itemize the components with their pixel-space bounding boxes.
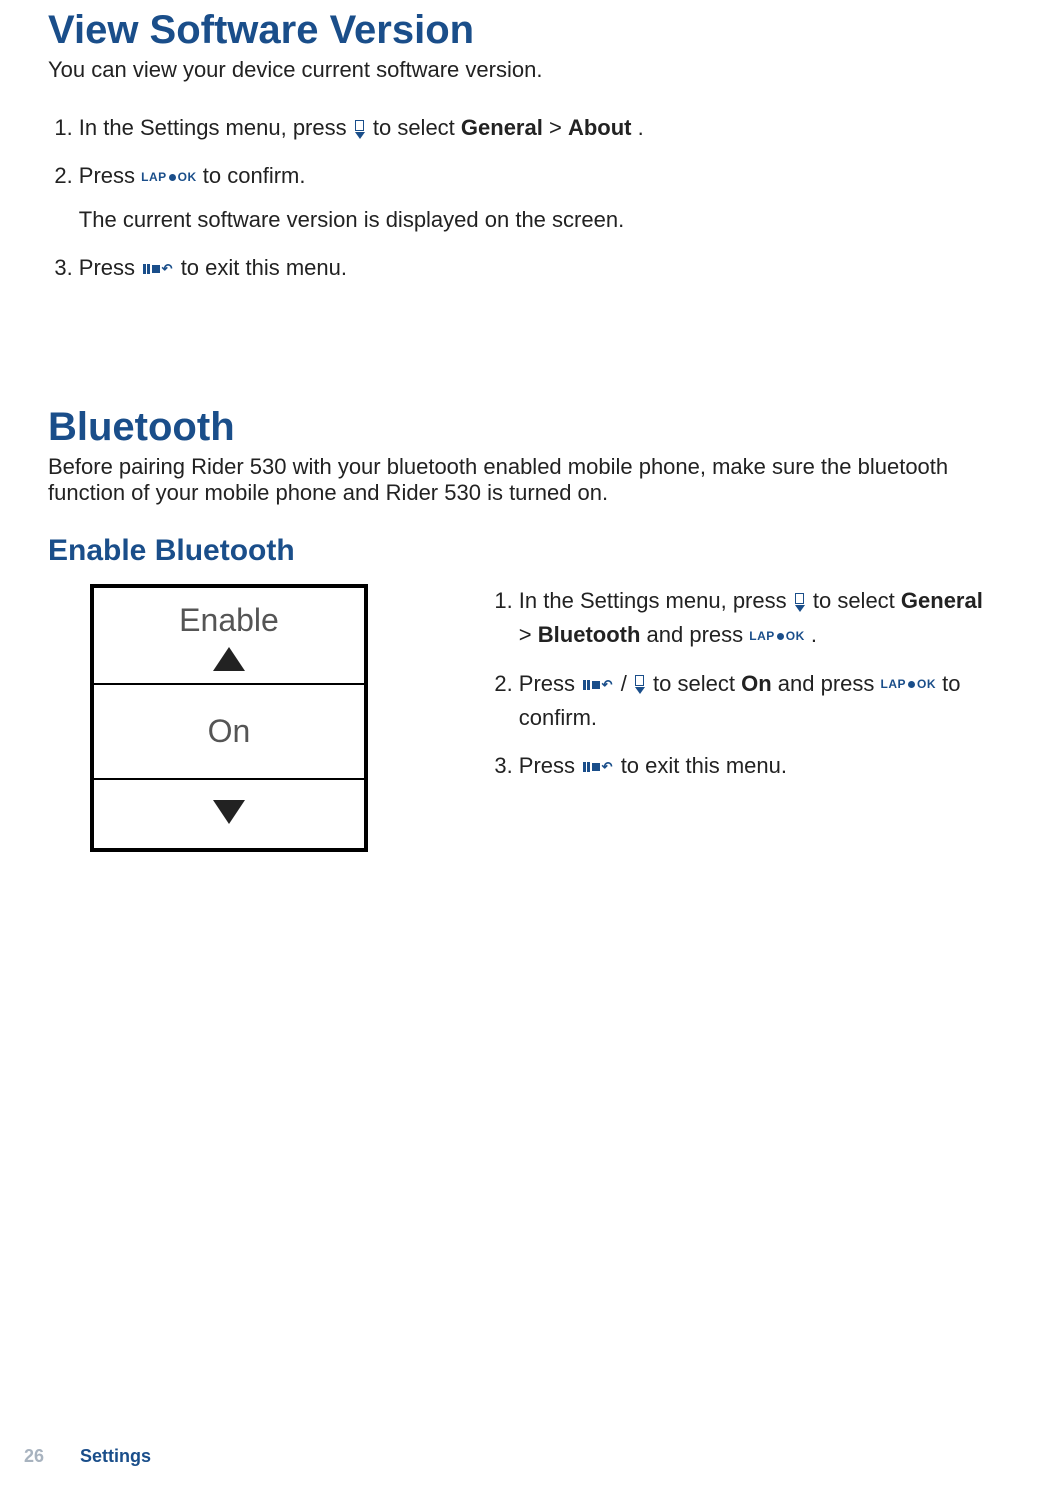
bold-bluetooth: Bluetooth	[538, 622, 641, 647]
text: .	[811, 622, 817, 647]
text: and press	[647, 622, 750, 647]
arrow-down-icon	[213, 800, 245, 824]
step-2: Press LAP OK to confirm. The current sof…	[79, 159, 1001, 237]
device-footer	[94, 780, 364, 848]
intro-bluetooth: Before pairing Rider 530 with your bluet…	[48, 454, 1001, 506]
pause-icon	[583, 680, 590, 690]
section-name: Settings	[80, 1446, 151, 1467]
stop-icon	[592, 763, 600, 771]
lap-ok-icon: LAP OK	[141, 168, 197, 187]
intro-software-version: You can view your device current softwar…	[48, 57, 1001, 83]
text: to select	[653, 671, 741, 696]
text: to exit this menu.	[181, 255, 347, 280]
text: .	[638, 115, 644, 140]
lap-ok-icon: LAP OK	[749, 627, 805, 646]
text: In the Settings menu, press	[79, 115, 353, 140]
step-3: Press ↶ to exit this menu.	[519, 749, 1001, 783]
bold-general: General	[901, 588, 983, 613]
page-down-icon	[795, 593, 805, 612]
text: Press	[79, 255, 141, 280]
text: /	[621, 671, 633, 696]
lap-ok-icon: LAP OK	[881, 675, 937, 694]
device-title: Enable	[94, 602, 364, 639]
text: to select	[373, 115, 461, 140]
record-dot-icon	[169, 174, 176, 181]
page-number: 26	[24, 1446, 44, 1467]
record-dot-icon	[908, 681, 915, 688]
page-down-icon	[355, 120, 365, 139]
text: to confirm.	[203, 163, 306, 188]
bold-general: General	[461, 115, 543, 140]
text: In the Settings menu, press	[519, 588, 793, 613]
text: >	[549, 115, 568, 140]
text: Press	[519, 753, 581, 778]
text: Press	[519, 671, 581, 696]
heading-view-software-version: View Software Version	[48, 8, 1001, 53]
text: to select	[813, 588, 901, 613]
device-screen: Enable On	[90, 584, 368, 852]
step-2: Press ↶ / to select On and press LA	[519, 667, 1001, 735]
ok-label: OK	[178, 168, 197, 187]
device-header: Enable	[94, 588, 364, 685]
undo-icon: ↶	[602, 675, 613, 695]
pause-icon	[583, 762, 590, 772]
bold-about: About	[568, 115, 632, 140]
two-column-layout: Enable On In the Settings menu, press to…	[48, 584, 1001, 852]
page-footer: 26 Settings	[24, 1446, 151, 1467]
back-icon: ↶	[583, 757, 612, 777]
ok-label: OK	[786, 627, 805, 646]
heading-bluetooth: Bluetooth	[48, 405, 1001, 450]
step-3: Press ↶ to exit this menu.	[79, 251, 1001, 285]
page-down-icon	[635, 675, 645, 694]
record-dot-icon	[777, 633, 784, 640]
text: Press	[79, 163, 141, 188]
lap-label: LAP	[749, 627, 775, 646]
steps-enable-bluetooth: In the Settings menu, press to select Ge…	[488, 584, 1001, 796]
substep-text: The current software version is displaye…	[79, 203, 1001, 237]
steps-software-version: In the Settings menu, press to select Ge…	[48, 111, 1001, 285]
text: to exit this menu.	[621, 753, 787, 778]
text: and press	[778, 671, 881, 696]
undo-icon: ↶	[602, 757, 613, 777]
stop-icon	[592, 681, 600, 689]
stop-icon	[152, 265, 160, 273]
ok-label: OK	[917, 675, 936, 694]
lap-label: LAP	[881, 675, 907, 694]
back-icon: ↶	[143, 259, 172, 279]
back-icon: ↶	[583, 675, 612, 695]
pause-icon	[143, 264, 150, 274]
section-bluetooth: Bluetooth Before pairing Rider 530 with …	[48, 405, 1001, 852]
undo-icon: ↶	[162, 259, 173, 279]
manual-page: View Software Version You can view your …	[0, 0, 1049, 852]
arrow-up-icon	[213, 647, 245, 671]
subheading-enable-bluetooth: Enable Bluetooth	[48, 534, 1001, 568]
text: >	[519, 622, 538, 647]
step-1: In the Settings menu, press to select Ge…	[79, 111, 1001, 145]
device-value: On	[94, 685, 364, 780]
step-1: In the Settings menu, press to select Ge…	[519, 584, 1001, 652]
lap-label: LAP	[141, 168, 167, 187]
bold-on: On	[741, 671, 772, 696]
